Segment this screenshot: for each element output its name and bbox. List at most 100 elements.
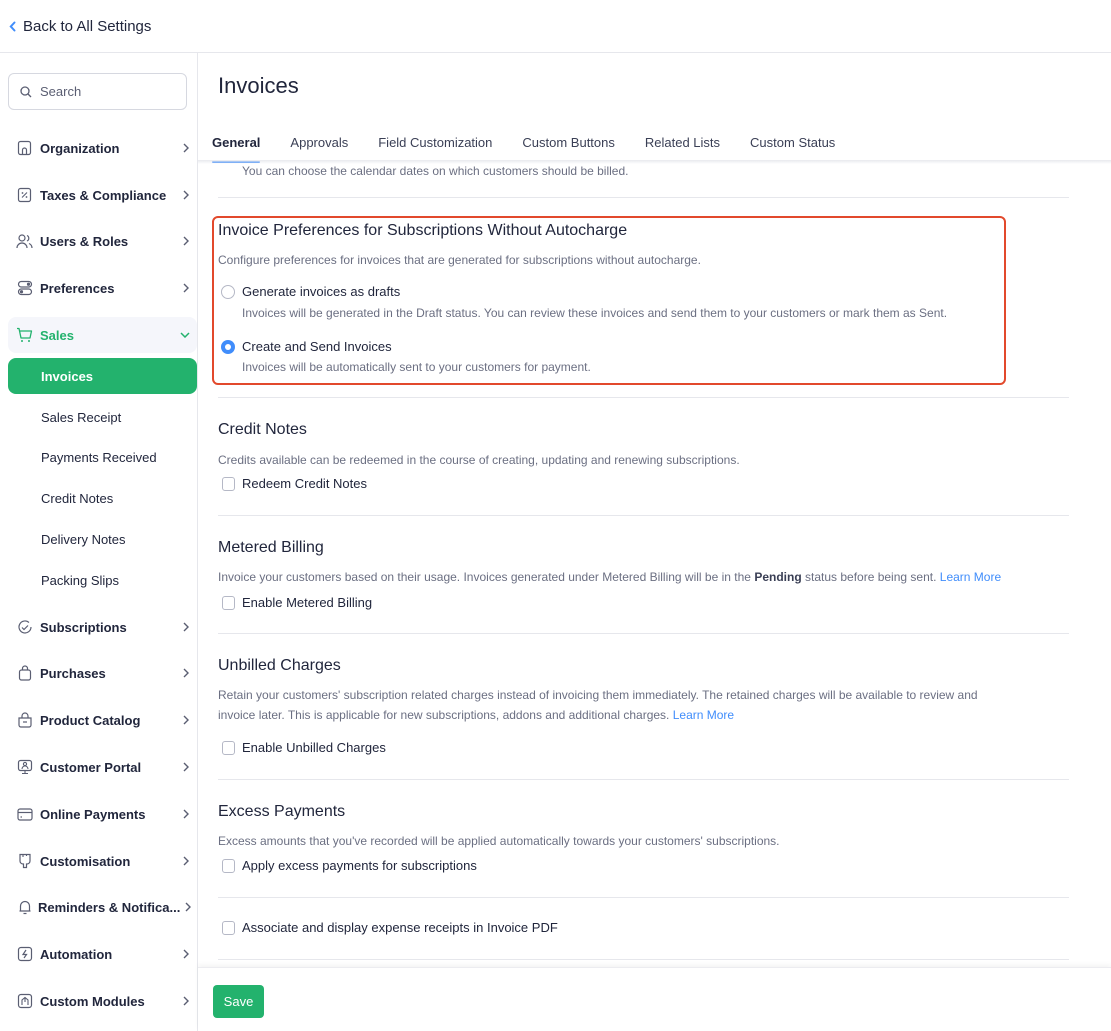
option-label: Generate invoices as drafts (242, 284, 401, 299)
section-divider (218, 515, 1069, 516)
subitem-label: Delivery Notes (41, 531, 126, 547)
sidebar-item-preferences[interactable]: Preferences (8, 270, 197, 306)
tab-approvals[interactable]: Approvals (290, 135, 348, 161)
chevron-right-icon (183, 622, 189, 632)
sidebar-item-purchases[interactable]: Purchases (8, 655, 197, 691)
top-bar: Back to All Settings (0, 0, 1111, 53)
sidebar-item-label: Online Payments (40, 806, 146, 822)
chevron-right-icon (183, 762, 189, 772)
sidebar-item-customer-portal[interactable]: Customer Portal (8, 749, 197, 785)
chevron-right-icon (185, 902, 191, 912)
page-title: Invoices (218, 73, 299, 98)
sidebar-subitem-packing-slips[interactable]: Packing Slips (8, 562, 197, 598)
section-divider (218, 397, 1069, 398)
sidebar-item-reminders-notifications[interactable]: Reminders & Notifica... (8, 889, 197, 925)
section-divider (218, 897, 1069, 898)
sidebar-subitem-delivery-notes[interactable]: Delivery Notes (8, 521, 197, 557)
sidebar-item-label: Customisation (40, 853, 131, 869)
chevron-right-icon (183, 715, 189, 725)
sidebar-item-custom-modules[interactable]: Custom Modules (8, 983, 197, 1019)
checkbox[interactable] (222, 595, 235, 610)
building-icon (16, 140, 33, 157)
sidebar-item-label: Customer Portal (40, 759, 142, 775)
chevron-right-icon (183, 809, 189, 819)
billing-dates-description: You can choose the calendar dates on whi… (242, 164, 629, 178)
chevron-right-icon (183, 668, 189, 678)
chevron-down-icon (180, 332, 190, 338)
sidebar-item-sales[interactable]: Sales (8, 317, 197, 353)
credit-notes-description: Credits available can be redeemed in the… (218, 453, 740, 467)
enable-unbilled-charges-checkbox[interactable]: Enable Unbilled Charges (222, 740, 386, 755)
radio-button-selected[interactable] (221, 339, 235, 354)
excess-payments-description: Excess amounts that you've recorded will… (218, 834, 780, 848)
sidebar-item-automation[interactable]: Automation (8, 936, 197, 972)
search-input[interactable] (40, 84, 170, 99)
redeem-credit-notes-checkbox[interactable]: Redeem Credit Notes (222, 476, 367, 491)
sidebar-subitem-credit-notes[interactable]: Credit Notes (8, 480, 197, 516)
sidebar-subitem-invoices[interactable]: Invoices (8, 358, 197, 394)
learn-more-link[interactable]: Learn More (673, 708, 734, 722)
back-to-all-settings-link[interactable]: Back to All Settings (9, 18, 151, 35)
sidebar-item-label: Taxes & Compliance (40, 187, 167, 203)
save-button[interactable]: Save (213, 985, 264, 1018)
cart-icon (16, 327, 33, 344)
unbilled-charges-description-line1: Retain your customers' subscription rela… (218, 688, 978, 702)
sidebar-item-label: Custom Modules (40, 993, 145, 1009)
desc-text: invoice later. This is applicable for ne… (218, 708, 670, 722)
checkbox[interactable] (222, 740, 235, 755)
sidebar-item-label: Reminders & Notifica... (38, 899, 181, 915)
tab-general[interactable]: General (212, 135, 261, 163)
chevron-right-icon (183, 190, 189, 200)
toggles-icon (16, 280, 33, 297)
tab-related-lists[interactable]: Related Lists (645, 135, 720, 161)
enable-metered-billing-checkbox[interactable]: Enable Metered Billing (222, 595, 372, 610)
sidebar-item-product-catalog[interactable]: Product Catalog (8, 702, 197, 738)
chevron-right-icon (183, 856, 189, 866)
checkbox-label: Enable Metered Billing (242, 595, 373, 610)
lightning-icon (16, 946, 33, 963)
section-divider (218, 197, 1069, 198)
sidebar-item-online-payments[interactable]: Online Payments (8, 796, 197, 832)
search-icon (20, 85, 32, 97)
sidebar-item-taxes-compliance[interactable]: Taxes & Compliance (8, 177, 197, 213)
apply-excess-payments-checkbox[interactable]: Apply excess payments for subscriptions (222, 858, 477, 873)
credit-notes-title: Credit Notes (218, 421, 307, 438)
tab-custom-buttons[interactable]: Custom Buttons (522, 135, 615, 161)
checkbox[interactable] (222, 858, 235, 873)
option-description: Invoices will be generated in the Draft … (242, 306, 948, 320)
subitem-label: Credit Notes (41, 490, 114, 506)
users-icon (16, 233, 33, 250)
sidebar-item-label: Purchases (40, 665, 106, 681)
tax-document-icon (16, 187, 33, 204)
excess-payments-title: Excess Payments (218, 803, 346, 820)
sidebar-item-customisation[interactable]: Customisation (8, 843, 197, 879)
shopping-bag-icon (16, 665, 33, 682)
catalog-box-icon (16, 712, 33, 729)
sidebar-item-subscriptions[interactable]: Subscriptions (8, 609, 197, 645)
radio-generate-drafts[interactable]: Generate invoices as drafts (221, 284, 400, 299)
chevron-right-icon (183, 949, 189, 959)
sidebar-search[interactable] (8, 73, 187, 110)
learn-more-link[interactable]: Learn More (940, 570, 1001, 584)
section-divider (218, 633, 1069, 634)
desc-text: status before being sent. (801, 570, 937, 584)
sidebar-item-label: Product Catalog (40, 712, 141, 728)
sidebar-subitem-sales-receipt[interactable]: Sales Receipt (8, 399, 197, 435)
sidebar-item-organization[interactable]: Organization (8, 130, 197, 166)
checkbox[interactable] (222, 476, 235, 491)
checkbox[interactable] (222, 920, 235, 935)
expense-receipts-checkbox[interactable]: Associate and display expense receipts i… (222, 920, 558, 935)
unbilled-charges-title: Unbilled Charges (218, 657, 341, 674)
sidebar-item-label: Users & Roles (40, 233, 129, 249)
tab-custom-status[interactable]: Custom Status (750, 135, 835, 161)
tab-field-customization[interactable]: Field Customization (378, 135, 492, 161)
radio-create-and-send[interactable]: Create and Send Invoices (221, 339, 392, 354)
sidebar-item-users-roles[interactable]: Users & Roles (8, 223, 197, 259)
metered-billing-title: Metered Billing (218, 539, 324, 556)
main-panel: Invoices General Approvals Field Customi… (198, 53, 1111, 1031)
sidebar-subitem-payments-received[interactable]: Payments Received (8, 439, 197, 475)
footer-bar: Save (198, 967, 1111, 1031)
radio-button[interactable] (221, 284, 235, 299)
sidebar-item-label: Sales (40, 327, 74, 343)
invoice-preferences-description: Configure preferences for invoices that … (218, 253, 701, 267)
